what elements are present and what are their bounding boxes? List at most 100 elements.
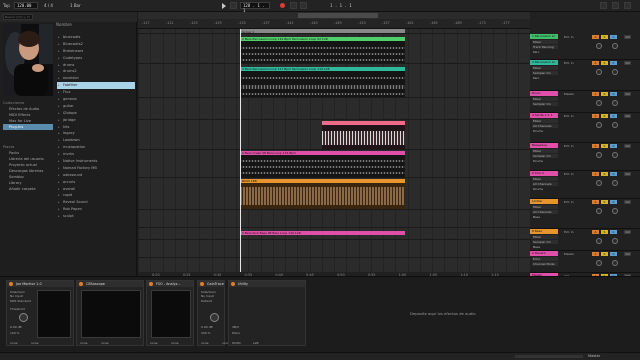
- crossfade-button[interactable]: C: [610, 61, 617, 65]
- output-button[interactable]: 1/2: [624, 114, 631, 118]
- output-button[interactable]: 1/2: [624, 252, 631, 256]
- track-mixer-field[interactable]: Mixer: [532, 235, 558, 239]
- crossfade-button[interactable]: C: [610, 144, 617, 148]
- solo-button[interactable]: S: [601, 92, 608, 96]
- folder-item[interactable]: ▸ musiquation: [57, 144, 135, 151]
- audio-clip-3[interactable]: [322, 121, 405, 149]
- overview-window[interactable]: [298, 13, 378, 18]
- send-knob[interactable]: [612, 43, 618, 49]
- pan-knob[interactable]: [596, 260, 602, 266]
- audio-device[interactable]: GainTrace Sidechain No Input Default 0.00 dB…: [197, 280, 229, 346]
- track-name[interactable]: 1 Percussion Lo: [530, 34, 558, 39]
- folder-item[interactable]: ▸ Fabfilter: [57, 82, 135, 90]
- chevron-right-icon[interactable]: ▸: [58, 124, 60, 131]
- device-power-icon[interactable]: [200, 282, 204, 286]
- send-knob[interactable]: [612, 69, 618, 75]
- crossfade-button[interactable]: C: [610, 114, 617, 118]
- device-power-icon[interactable]: [231, 282, 235, 286]
- output-button[interactable]: 1/2: [624, 230, 631, 234]
- mixer-track[interactable]: 2 Percussion Lo Mixer Sampler On Perc Ext. I…: [530, 60, 640, 91]
- solo-button[interactable]: S: [601, 172, 608, 176]
- folder-item[interactable]: ▸ mvrks: [57, 151, 135, 158]
- track-input-label[interactable]: Master: [564, 252, 574, 256]
- folder-item[interactable]: ▸ orcuris: [57, 179, 135, 186]
- mixer-track[interactable]: A Reverb Echo Channel Mode Master A S C 1/2: [530, 251, 640, 273]
- pan-knob[interactable]: [596, 180, 602, 186]
- crossfade-button[interactable]: C: [610, 230, 617, 234]
- track-activator-button[interactable]: A: [592, 144, 599, 148]
- folder-item[interactable]: ▸ sculpt: [57, 213, 135, 220]
- track-input-label[interactable]: Master: [564, 92, 574, 96]
- device-title[interactable]: CBSoscope: [77, 281, 143, 287]
- device-field-foot2[interactable]: none: [171, 341, 178, 345]
- solo-button[interactable]: S: [601, 35, 608, 39]
- automation-button[interactable]: [300, 2, 307, 9]
- track-name[interactable]: Drum: [530, 91, 558, 96]
- track-routing-select[interactable]: Sampler On: [532, 240, 558, 244]
- device-field-field3[interactable]: DNS Standard: [10, 299, 31, 303]
- track-activator-button[interactable]: A: [592, 35, 599, 39]
- folder-item[interactable]: ▸ oakssound: [57, 172, 135, 179]
- audio-device[interactable]: FSO - Analyz... none none: [146, 280, 194, 346]
- solo-button[interactable]: S: [601, 230, 608, 234]
- device-field-val2[interactable]: Mono: [232, 331, 240, 335]
- mixer-track[interactable]: Basswave Mixer Sampler On Drums Ext. In A S C 1/…: [530, 143, 640, 171]
- track-routing-select[interactable]: Sampler On: [532, 154, 558, 158]
- tempo-field[interactable]: 120.00: [14, 2, 38, 9]
- solo-button[interactable]: S: [601, 252, 608, 256]
- device-title[interactable]: Joe Monitor 1.0: [7, 281, 73, 287]
- folder-item[interactable]: ▸ Lowdown: [57, 137, 135, 144]
- track-routing-select[interactable]: Sampler On: [532, 71, 558, 75]
- track-output-select[interactable]: Bass: [532, 215, 558, 219]
- time-signature[interactable]: 4 / 4: [44, 3, 53, 8]
- folder-item[interactable]: ▸ genesis: [57, 96, 135, 103]
- category-plugins[interactable]: Plug-Ins: [3, 124, 53, 130]
- folder-item[interactable]: ▸ drums2: [57, 68, 135, 75]
- play-icon[interactable]: [222, 3, 226, 9]
- threshold-knob[interactable]: [19, 313, 28, 322]
- key-map-button[interactable]: [624, 2, 631, 9]
- chevron-right-icon[interactable]: ▸: [58, 68, 60, 75]
- device-field-foot1[interactable]: none: [80, 341, 87, 345]
- playhead[interactable]: [240, 29, 241, 272]
- pan-knob[interactable]: [596, 208, 602, 214]
- folder-item[interactable]: ▸ iZotope: [57, 110, 135, 117]
- chevron-right-icon[interactable]: ▸: [58, 41, 60, 48]
- audio-clip-2[interactable]: 3 Bars Percussion Loop 117 Bpm Percussio…: [240, 67, 405, 97]
- device-field-val1[interactable]: 0.00 dB: [201, 325, 213, 329]
- chevron-right-icon[interactable]: ▸: [58, 110, 60, 117]
- track-routing-select[interactable]: All Channels: [532, 124, 558, 128]
- chevron-right-icon[interactable]: ▸: [58, 199, 60, 206]
- track-activator-button[interactable]: A: [592, 200, 599, 204]
- folder-item[interactable]: ▸ Rob Papen: [57, 206, 135, 213]
- folder-item[interactable]: ▸ excelsior: [57, 75, 135, 82]
- mixer-track[interactable]: 1 Percussion Lo Mixer Track Panning Perc Ext…: [530, 34, 640, 60]
- track-input-label[interactable]: Ext. In: [564, 144, 574, 148]
- folder-item[interactable]: ▸ Bluecoats2: [57, 41, 135, 48]
- track-activator-button[interactable]: A: [592, 61, 599, 65]
- mixer-track[interactable]: Limiter Mixer All Channels Bass Ext. In A S C 1/…: [530, 199, 640, 229]
- send-knob[interactable]: [612, 122, 618, 128]
- send-knob[interactable]: [612, 152, 618, 158]
- chevron-right-icon[interactable]: ▸: [58, 62, 60, 69]
- output-button[interactable]: 1/2: [624, 61, 631, 65]
- add-folder-button[interactable]: Añadir carpeta: [3, 186, 53, 192]
- pan-knob[interactable]: [596, 152, 602, 158]
- chevron-right-icon[interactable]: ▸: [58, 186, 60, 193]
- track-mixer-field[interactable]: Mixer: [532, 97, 558, 101]
- chevron-right-icon[interactable]: ▸: [58, 96, 60, 103]
- track-mixer-field[interactable]: Mixer: [532, 66, 558, 70]
- device-field-val2[interactable]: 100 %: [201, 331, 211, 335]
- track-routing-select[interactable]: Sampler On: [532, 102, 558, 106]
- crossfade-button[interactable]: C: [610, 92, 617, 96]
- pan-knob[interactable]: [596, 122, 602, 128]
- device-field-foot2[interactable]: none: [101, 341, 108, 345]
- device-power-icon[interactable]: [9, 282, 13, 286]
- folder-item[interactable]: ▸ Brokenears: [57, 48, 135, 55]
- loop-start-display[interactable]: 1 . 1 . 1: [330, 3, 352, 8]
- chevron-right-icon[interactable]: ▸: [58, 144, 60, 151]
- track-routing-select[interactable]: Track Panning: [532, 45, 558, 49]
- crossfade-button[interactable]: C: [610, 200, 617, 204]
- chevron-right-icon[interactable]: ▸: [58, 117, 60, 124]
- track-input-label[interactable]: Ext. In: [564, 172, 574, 176]
